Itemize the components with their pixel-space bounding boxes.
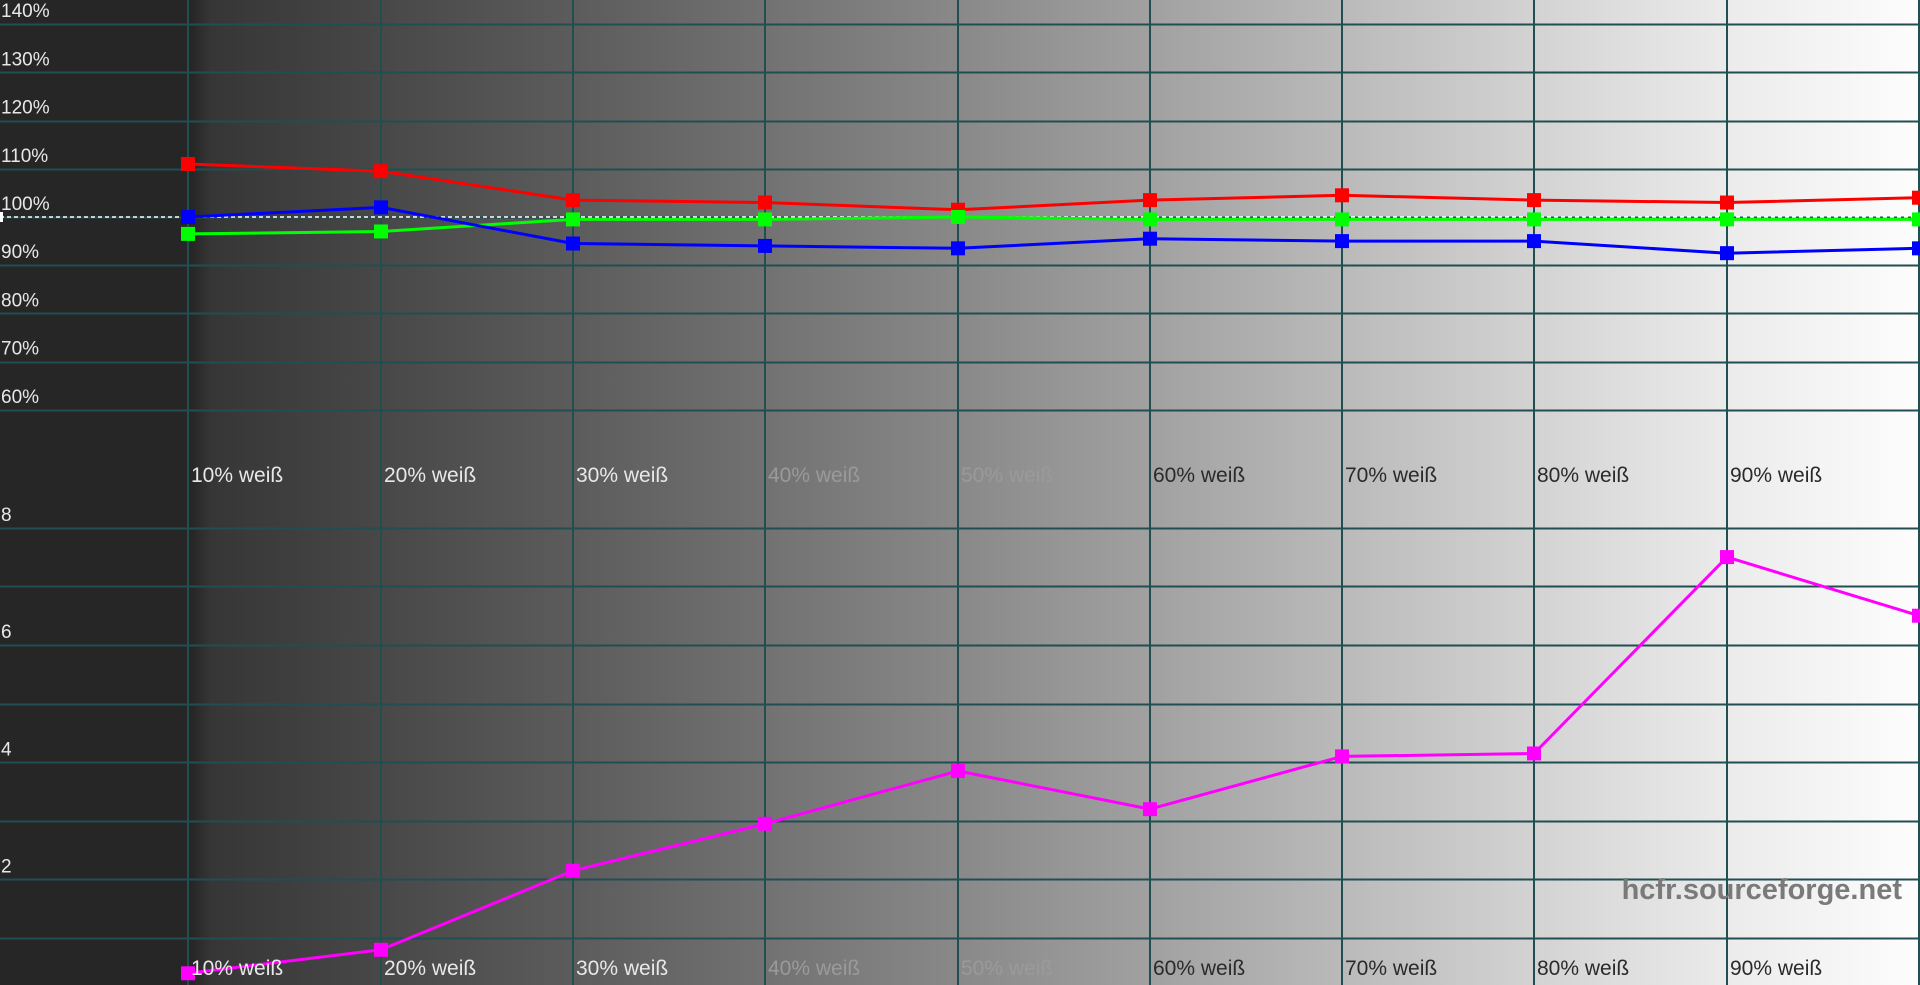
data-marker	[374, 224, 388, 239]
data-marker	[181, 156, 195, 171]
data-marker	[951, 764, 965, 779]
category-label: 40% weiß	[768, 957, 860, 980]
data-marker	[1720, 195, 1734, 210]
y-tick-label: 4	[1, 739, 12, 760]
data-marker	[1335, 188, 1349, 203]
data-marker	[758, 238, 772, 253]
hcfr-chart: 60% 70% 80% 90% 100% 110% 120% 130% 140% 10% weiß…	[0, 0, 1920, 985]
category-label: 10% weiß	[191, 957, 283, 980]
data-marker	[374, 200, 388, 215]
data-marker	[374, 942, 388, 957]
data-marker	[1912, 241, 1920, 256]
category-label: 70% weiß	[1345, 957, 1437, 980]
data-marker	[566, 193, 580, 208]
category-label: 60% weiß	[1153, 957, 1245, 980]
y-tick-label: 8	[1, 505, 12, 526]
y-tick-label: 90%	[1, 242, 39, 263]
data-marker	[181, 226, 195, 241]
data-marker	[1527, 234, 1541, 249]
data-marker	[566, 863, 580, 878]
chart-background	[0, 0, 1920, 985]
category-label: 90% weiß	[1730, 464, 1822, 487]
y-tick-label: 60%	[1, 387, 39, 408]
data-marker	[1335, 749, 1349, 764]
data-marker	[1720, 550, 1734, 565]
category-label: 50% weiß	[961, 464, 1053, 487]
data-marker	[1143, 193, 1157, 208]
category-label: 80% weiß	[1537, 464, 1629, 487]
category-label: 60% weiß	[1153, 464, 1245, 487]
category-label: 10% weiß	[191, 464, 283, 487]
data-marker	[1527, 746, 1541, 761]
y-tick-label: 70%	[1, 339, 39, 360]
y-tick-label: 2	[1, 856, 12, 877]
data-marker	[1143, 802, 1157, 817]
category-label: 20% weiß	[384, 957, 476, 980]
data-marker	[1335, 234, 1349, 249]
y-tick-label: 140%	[1, 1, 50, 22]
y-tick-label: 130%	[1, 49, 50, 70]
data-marker	[566, 212, 580, 227]
data-marker	[566, 236, 580, 251]
category-label: 30% weiß	[576, 957, 668, 980]
data-marker	[758, 816, 772, 831]
data-marker	[758, 212, 772, 227]
data-marker	[1143, 212, 1157, 227]
y-tick-label: 110%	[1, 146, 48, 167]
data-marker	[1335, 212, 1349, 227]
category-label: 50% weiß	[961, 957, 1053, 980]
data-marker	[1527, 212, 1541, 227]
data-marker	[1143, 231, 1157, 246]
data-marker	[181, 210, 195, 224]
data-marker	[1912, 212, 1920, 227]
data-marker	[1912, 190, 1920, 205]
data-marker	[951, 210, 965, 224]
data-marker	[951, 241, 965, 256]
y-tick-label: 6	[1, 622, 12, 643]
y-tick-label: 100%	[1, 194, 50, 215]
category-label: 90% weiß	[1730, 957, 1822, 980]
category-label: 80% weiß	[1537, 957, 1629, 980]
data-marker	[1720, 246, 1734, 261]
y-tick-label: 80%	[1, 290, 39, 311]
category-label: 70% weiß	[1345, 464, 1437, 487]
category-label: 40% weiß	[768, 464, 860, 487]
data-marker	[758, 195, 772, 210]
data-marker	[374, 164, 388, 179]
watermark: hcfr.sourceforge.net	[1622, 874, 1903, 906]
category-label: 20% weiß	[384, 464, 476, 487]
data-marker	[1720, 212, 1734, 227]
y-tick-label: 120%	[1, 98, 50, 119]
data-marker	[1527, 193, 1541, 208]
data-marker	[1912, 608, 1920, 623]
category-label: 30% weiß	[576, 464, 668, 487]
